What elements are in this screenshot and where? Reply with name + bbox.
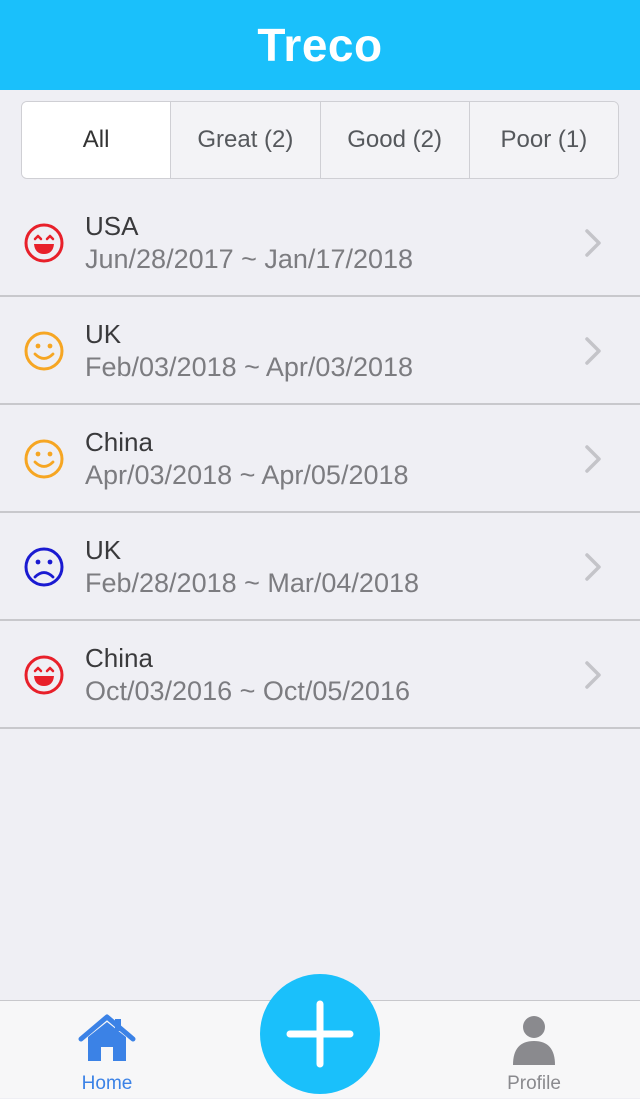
trip-country: UK bbox=[85, 319, 122, 349]
sad-face-icon bbox=[24, 547, 64, 587]
chevron-right-icon bbox=[585, 445, 601, 473]
plus-icon bbox=[286, 1000, 354, 1068]
chevron-right-icon bbox=[585, 661, 601, 689]
laughing-face-icon bbox=[24, 223, 64, 263]
home-icon bbox=[78, 1014, 136, 1061]
person-icon bbox=[513, 1016, 555, 1065]
smiling-face-icon bbox=[24, 331, 64, 371]
nav-bar: Treco bbox=[0, 0, 640, 90]
trip-list: USA Jun/28/2017 ~ Jan/17/2018 UK Feb/03/… bbox=[0, 189, 640, 729]
tab-home[interactable]: Home bbox=[47, 1001, 167, 1099]
filter-good[interactable]: Good (2) bbox=[319, 102, 469, 178]
trip-country: China bbox=[85, 643, 153, 673]
trip-country: USA bbox=[85, 211, 139, 241]
trip-row[interactable]: UK Feb/03/2018 ~ Apr/03/2018 bbox=[0, 297, 640, 405]
add-trip-button[interactable] bbox=[260, 974, 380, 1094]
trip-row[interactable]: USA Jun/28/2017 ~ Jan/17/2018 bbox=[0, 189, 640, 297]
trip-dates: Feb/28/2018 ~ Mar/04/2018 bbox=[85, 568, 419, 598]
chevron-right-icon bbox=[585, 229, 601, 257]
filter-all[interactable]: All bbox=[22, 102, 171, 178]
chevron-right-icon bbox=[585, 553, 601, 581]
trip-dates: Oct/03/2016 ~ Oct/05/2016 bbox=[85, 676, 410, 706]
tab-profile-label: Profile bbox=[507, 1073, 561, 1094]
laughing-face-icon bbox=[24, 655, 64, 695]
trip-row[interactable]: China Oct/03/2016 ~ Oct/05/2016 bbox=[0, 621, 640, 729]
trip-country: UK bbox=[85, 535, 122, 565]
tab-profile[interactable]: Profile bbox=[474, 1001, 594, 1099]
filter-great[interactable]: Great (2) bbox=[170, 102, 320, 178]
trip-dates: Feb/03/2018 ~ Apr/03/2018 bbox=[85, 352, 414, 382]
tab-home-label: Home bbox=[81, 1073, 133, 1094]
trip-dates: Apr/03/2018 ~ Apr/05/2018 bbox=[85, 460, 409, 490]
filter-poor[interactable]: Poor (1) bbox=[468, 102, 618, 178]
trip-country: China bbox=[85, 427, 153, 457]
trip-dates: Jun/28/2017 ~ Jan/17/2018 bbox=[85, 244, 414, 274]
smiling-face-icon bbox=[24, 439, 64, 479]
trip-row[interactable]: UK Feb/28/2018 ~ Mar/04/2018 bbox=[0, 513, 640, 621]
chevron-right-icon bbox=[585, 337, 601, 365]
rating-filter: All Great (2) Good (2) Poor (1) bbox=[21, 101, 619, 179]
app-title: Treco bbox=[257, 19, 383, 71]
trip-row[interactable]: China Apr/03/2018 ~ Apr/05/2018 bbox=[0, 405, 640, 513]
